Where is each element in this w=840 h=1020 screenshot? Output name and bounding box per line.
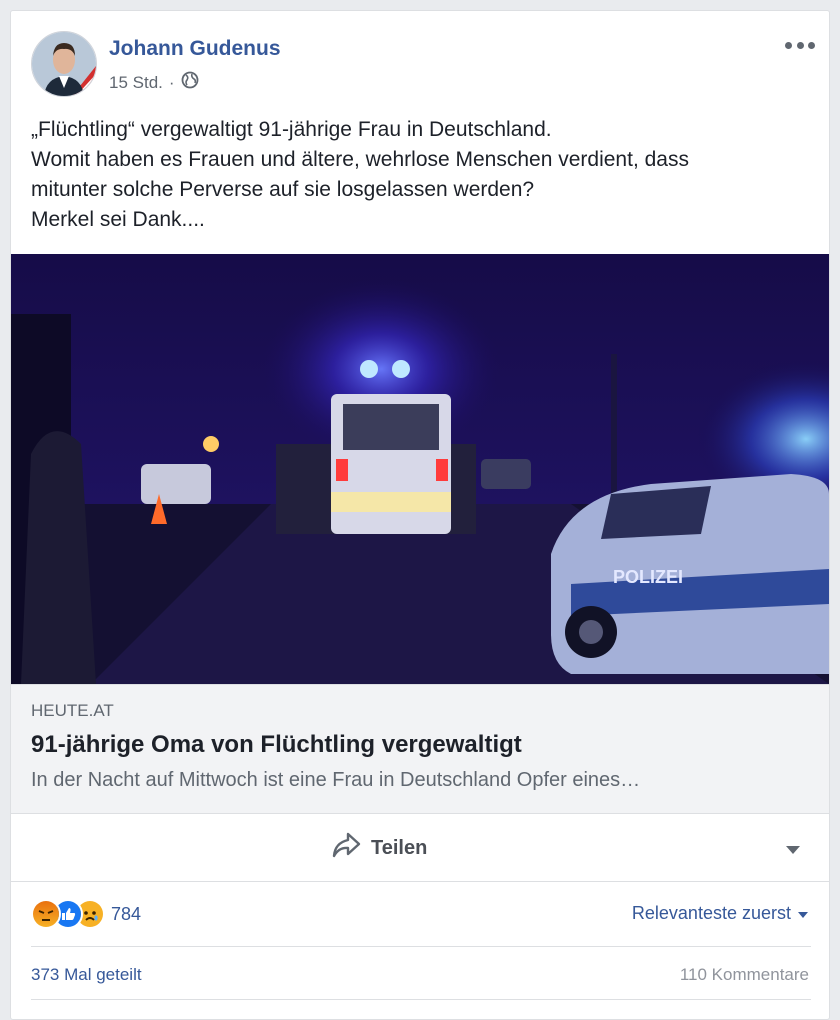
police-car-label: POLIZEI: [613, 567, 683, 587]
meta-separator: ·: [168, 72, 175, 92]
author-avatar[interactable]: [31, 31, 97, 97]
post-meta: 15 Std. ·: [109, 71, 199, 94]
caret-down-icon[interactable]: [785, 842, 801, 860]
link-preview-image[interactable]: POLIZEI: [11, 254, 829, 684]
share-button[interactable]: Teilen: [331, 832, 427, 864]
link-domain: HEUTE.AT: [31, 701, 114, 720]
reaction-count: 784: [111, 903, 142, 924]
post-text-line: mitunter solche Perverse auf sie losgela…: [31, 178, 535, 201]
share-count-link[interactable]: 373 Mal geteilt: [31, 965, 142, 985]
post-card: Johann Gudenus 15 Std. · „Flüchtling“ ve…: [10, 10, 830, 1020]
comment-count-link[interactable]: 110 Kommentare: [680, 965, 809, 985]
post-text-line: Merkel sei Dank....: [31, 208, 205, 231]
divider: [31, 999, 811, 1000]
sort-label: Relevanteste zuerst: [631, 903, 791, 923]
globe-icon[interactable]: [181, 71, 199, 94]
post-text-line: „Flüchtling“ vergewaltigt 91-jährige Fra…: [31, 118, 552, 141]
author-name[interactable]: Johann Gudenus: [109, 37, 281, 61]
reactions-summary[interactable]: 784: [31, 899, 141, 929]
action-bar: Teilen: [11, 814, 829, 882]
post-text: „Flüchtling“ vergewaltigt 91-jährige Fra…: [31, 115, 811, 235]
post-timestamp[interactable]: 15 Std.: [109, 73, 163, 93]
share-label: Teilen: [371, 836, 428, 859]
share-arrow-icon: [331, 831, 361, 865]
angry-reaction-icon: [31, 899, 61, 929]
caret-down-icon: [797, 903, 809, 924]
link-headline[interactable]: 91-jährige Oma von Flüchtling vergewalti…: [31, 731, 522, 759]
divider: [31, 946, 811, 947]
comment-sort-dropdown[interactable]: Relevanteste zuerst: [632, 903, 809, 924]
more-options-icon[interactable]: [785, 35, 815, 55]
link-preview-info[interactable]: HEUTE.AT 91-jährige Oma von Flüchtling v…: [11, 684, 829, 814]
link-description: In der Nacht auf Mittwoch ist eine Frau …: [31, 769, 641, 791]
post-text-line: Womit haben es Frauen und ältere, wehrlo…: [31, 148, 689, 171]
